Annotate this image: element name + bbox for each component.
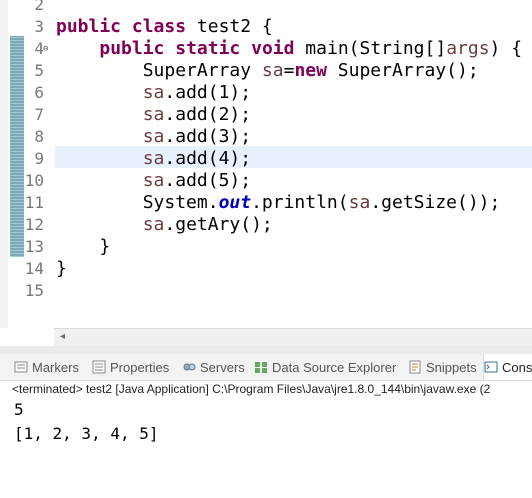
views-tab-bar: Markers Properties Servers Data Source E…	[0, 354, 532, 381]
tab-label: Servers	[200, 359, 245, 375]
console-output-line[interactable]: [1, 2, 3, 4, 5]	[14, 423, 159, 445]
line-number: 13	[24, 237, 44, 256]
code-line[interactable]: sa.getAry();	[56, 214, 273, 236]
keyword-token: public	[99, 38, 165, 59]
line-number: 14	[24, 259, 44, 278]
tab-markers[interactable]: Markers	[14, 354, 79, 380]
markers-icon	[14, 360, 28, 374]
tab-label: Data Source Explorer	[272, 359, 397, 375]
variable-token: sa	[142, 170, 165, 191]
pane-divider[interactable]	[0, 346, 532, 354]
code-token: .add(3);	[164, 126, 252, 147]
line-number: 15	[24, 281, 44, 300]
code-line[interactable]: SuperArray sa=new SuperArray();	[56, 60, 479, 82]
variable-token: sa	[261, 60, 284, 81]
tab-snippets[interactable]: Snippets	[408, 354, 477, 380]
code-token: test2 {	[186, 16, 273, 37]
code-line[interactable]: }	[56, 258, 67, 280]
code-line[interactable]: sa.add(2);	[56, 104, 251, 126]
scroll-left-arrow-icon[interactable]: ◂	[60, 331, 65, 342]
code-editor[interactable]: 2 3 public class test2 { 4 ⊖ public static v…	[0, 0, 532, 328]
editor-horizontal-scrollbar[interactable]: ◂	[54, 328, 532, 346]
code-token: =	[283, 60, 295, 81]
keyword-token: static	[175, 38, 241, 59]
tab-label: Properties	[110, 359, 170, 375]
tab-properties[interactable]: Properties	[92, 354, 169, 380]
console-output-line[interactable]: 5	[14, 399, 24, 421]
console-icon	[484, 360, 498, 374]
code-line[interactable]: sa.add(1);	[56, 82, 251, 104]
code-token: SuperArray	[56, 60, 262, 81]
fold-toggle-icon[interactable]: ⊖	[43, 44, 48, 54]
code-line[interactable]: sa.add(3);	[56, 126, 251, 148]
console-status-header: <terminated> test2 [Java Application] C:…	[12, 382, 491, 396]
variable-token: sa	[348, 192, 371, 213]
snippets-icon	[408, 360, 422, 374]
code-token: }	[56, 258, 67, 279]
variable-token: sa	[142, 82, 165, 103]
console-view[interactable]: <terminated> test2 [Java Application] C:…	[0, 381, 532, 498]
static-field-token: out	[218, 192, 252, 213]
code-line[interactable]: public static void main(String[]args) {	[56, 38, 522, 60]
line-number: 3	[34, 17, 44, 36]
line-number: 6	[34, 83, 44, 102]
keyword-token: void	[251, 38, 295, 59]
tab-label: Snippets	[426, 359, 477, 375]
tab-data-source-explorer[interactable]: Data Source Explorer	[254, 354, 396, 380]
variable-token: sa	[142, 148, 165, 169]
code-token: System.	[56, 192, 219, 213]
code-token: .add(5);	[164, 170, 252, 191]
servers-icon	[182, 360, 196, 374]
editor-left-ruler	[0, 0, 8, 328]
code-line[interactable]: sa.add(5);	[56, 170, 251, 192]
code-token: }	[56, 236, 111, 257]
quick-diff-change-bar[interactable]	[10, 36, 24, 257]
code-token: .add(1);	[164, 82, 252, 103]
variable-token: sa	[142, 126, 165, 147]
code-token: ) {	[489, 38, 523, 59]
code-token: .println(	[251, 192, 349, 213]
tab-console[interactable]: Cons	[483, 354, 532, 380]
code-token: .add(4);	[164, 148, 252, 169]
line-number: 8	[34, 127, 44, 146]
code-line[interactable]: System.out.println(sa.getSize());	[56, 192, 501, 214]
code-token: .add(2);	[164, 104, 252, 125]
code-token: main(String[]	[294, 38, 447, 59]
line-number: 4	[34, 39, 44, 58]
variable-token: sa	[142, 214, 165, 235]
keyword-token: public	[56, 16, 122, 37]
line-number: 12	[24, 215, 44, 234]
variable-token: args	[446, 38, 490, 59]
line-number: 11	[24, 193, 44, 212]
tab-label: Markers	[32, 359, 79, 375]
code-token: .getAry();	[164, 214, 273, 235]
code-line[interactable]: }	[56, 236, 110, 258]
line-number: 5	[34, 61, 44, 80]
keyword-token: class	[131, 16, 187, 37]
line-number: 10	[24, 171, 44, 190]
code-line[interactable]: sa.add(4);	[56, 148, 251, 170]
tab-servers[interactable]: Servers	[182, 354, 245, 380]
line-number: 9	[34, 149, 44, 168]
variable-token: sa	[142, 104, 165, 125]
line-number: 2	[34, 0, 44, 14]
code-line[interactable]: public class test2 {	[56, 16, 273, 38]
data-source-explorer-icon	[254, 360, 268, 374]
line-number: 7	[34, 105, 44, 124]
tab-label: Cons	[502, 359, 532, 375]
code-token: .getSize());	[370, 192, 501, 213]
code-token: SuperArray();	[326, 60, 479, 81]
properties-icon	[92, 360, 106, 374]
keyword-token: new	[294, 60, 327, 81]
